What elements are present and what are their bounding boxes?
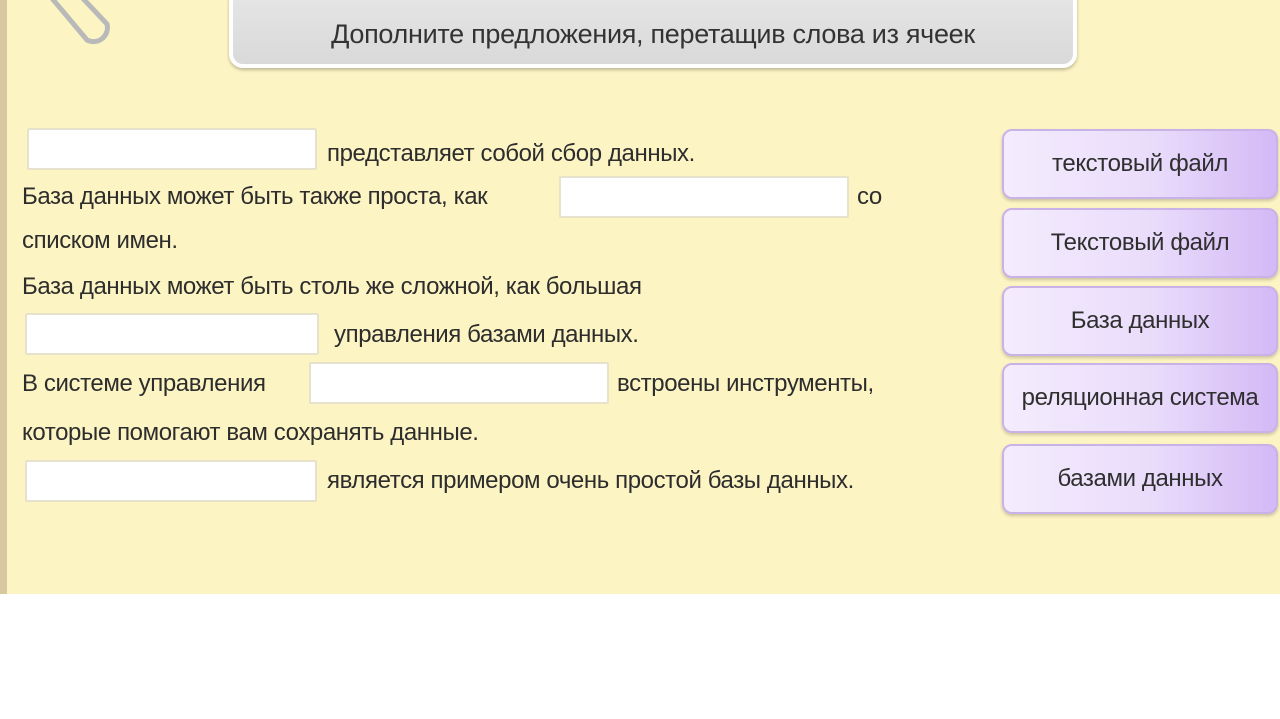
sentence-2-line2: списком имен. <box>22 227 178 254</box>
sentence-5-text: является примером очень простой базы дан… <box>327 467 854 494</box>
word-chip-1[interactable]: текстовый файл <box>1002 129 1278 199</box>
sentence-1-text: представляет собой сбор данных. <box>327 140 695 167</box>
word-chip-3[interactable]: База данных <box>1002 286 1278 356</box>
drop-slot-2[interactable] <box>559 176 849 218</box>
drop-slot-1[interactable] <box>27 128 317 170</box>
exercise-board: Дополните предложения, перетащив слова и… <box>0 0 1280 594</box>
drop-slot-5[interactable] <box>25 460 317 502</box>
drop-slot-4[interactable] <box>309 362 609 404</box>
sentence-3-tail: управления базами данных. <box>334 321 639 348</box>
instruction-title: Дополните предложения, перетащив слова и… <box>331 18 975 49</box>
paperclip-icon <box>50 0 110 45</box>
sentence-2-tail: со <box>857 183 882 210</box>
word-chip-5[interactable]: базами данных <box>1002 444 1278 514</box>
sentence-4-line2: которые помогают вам сохранять данные. <box>22 419 479 446</box>
sentence-3-text: База данных может быть столь же сложной,… <box>22 273 642 300</box>
drop-slot-3[interactable] <box>25 313 319 355</box>
instruction-header: Дополните предложения, перетащив слова и… <box>229 0 1077 68</box>
word-chip-4[interactable]: реляционная система <box>1002 363 1278 433</box>
sentence-4-text: В системе управления <box>22 370 266 397</box>
sentence-2-text: База данных может быть также проста, как <box>22 183 488 210</box>
word-chip-2[interactable]: Текстовый файл <box>1002 208 1278 278</box>
sentence-4-tail: встроены инструменты, <box>617 370 874 397</box>
